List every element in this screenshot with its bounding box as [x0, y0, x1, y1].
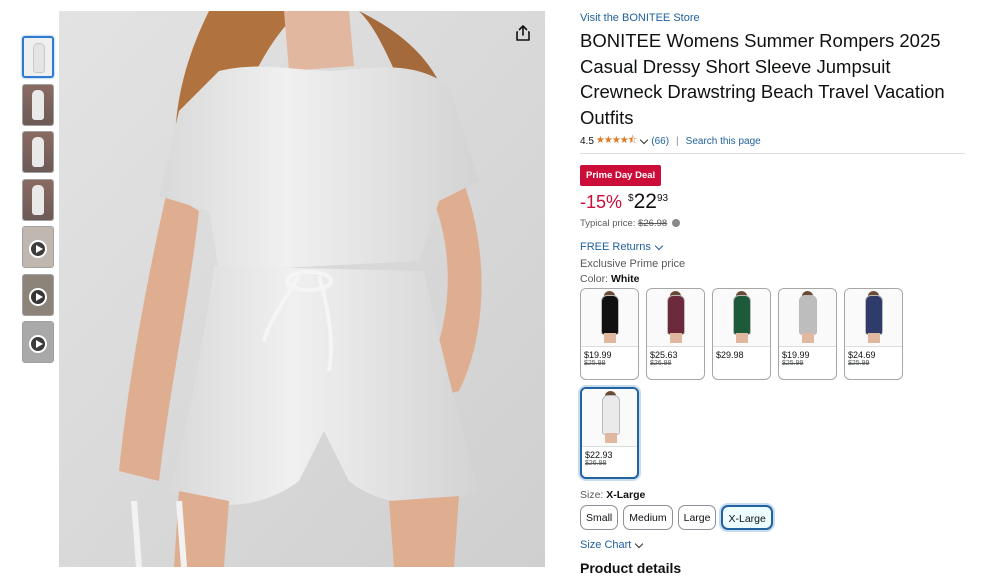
- size-chart-label: Size Chart: [580, 539, 632, 551]
- video-thumbnail-2[interactable]: [22, 273, 54, 316]
- review-count-link[interactable]: (66): [651, 136, 669, 147]
- size-option-medium[interactable]: Medium: [623, 505, 673, 530]
- star-rating-icon[interactable]: ★★★★⯪: [596, 133, 637, 150]
- swatch-old-price: $25.99: [848, 360, 870, 367]
- swatch-old-price: $26.98: [650, 360, 672, 367]
- selected-color: White: [610, 273, 640, 285]
- size-options: Small Medium Large X-Large: [580, 505, 966, 530]
- play-icon: [29, 335, 47, 353]
- swatch-image: [581, 289, 638, 347]
- swatch-price: $25.63: [650, 350, 678, 360]
- typical-price-label: Typical price:: [580, 218, 636, 229]
- exclusive-prime-price: Exclusive Prime price: [580, 258, 686, 270]
- size-label-text: Size:: [580, 489, 604, 501]
- thumbnail-4[interactable]: [22, 178, 54, 221]
- chevron-down-icon[interactable]: [640, 135, 649, 144]
- selected-size: X-Large: [606, 489, 646, 501]
- separator: |: [676, 135, 679, 147]
- share-icon[interactable]: [514, 24, 532, 42]
- product-info-panel: Visit the BONITEE Store BONITEE Womens S…: [580, 12, 966, 576]
- product-details-heading: Product details: [580, 560, 682, 576]
- typical-price-value: $26.98: [638, 218, 668, 229]
- price-whole: 22: [633, 190, 657, 213]
- size-option-x-large[interactable]: X-Large: [721, 505, 773, 530]
- main-product-image[interactable]: [59, 11, 545, 567]
- color-swatch[interactable]: $24.69 $25.99: [844, 288, 903, 380]
- thumbnail-3[interactable]: [22, 131, 54, 173]
- video-thumbnail-1[interactable]: [22, 226, 54, 268]
- thumbnail-1[interactable]: [22, 36, 54, 78]
- swatch-price: $19.99: [584, 350, 612, 360]
- price-fraction: 93: [656, 193, 669, 204]
- chevron-down-icon: [654, 241, 664, 250]
- typical-price: Typical price: $26.98: [580, 218, 966, 229]
- size-option-small[interactable]: Small: [580, 505, 619, 530]
- discount-percent: -15%: [580, 192, 623, 212]
- search-this-page-link[interactable]: Search this page: [686, 136, 761, 147]
- swatch-price: $24.69: [848, 350, 876, 360]
- color-swatches: $19.99 $25.98 $25.63 $26.98 $29.98 $19.99 $25.…: [580, 288, 920, 486]
- price-row: -15% $ 22 93: [580, 191, 966, 215]
- info-icon[interactable]: [671, 219, 680, 227]
- romper-illustration: [59, 11, 545, 567]
- play-icon: [29, 287, 47, 306]
- size-label: Size: X-Large: [580, 489, 966, 501]
- rating-value: 4.5: [580, 135, 594, 147]
- divider: [580, 153, 965, 154]
- product-title: BONITEE Womens Summer Rompers 2025 Casua…: [580, 30, 945, 128]
- video-thumbnail-3[interactable]: [22, 321, 54, 363]
- color-swatch[interactable]: $25.63 $26.98: [646, 288, 705, 380]
- size-chart-link[interactable]: Size Chart: [580, 539, 966, 551]
- swatch-old-price: $25.98: [584, 360, 606, 367]
- color-label-text: Color:: [580, 273, 609, 285]
- swatch-image: [713, 289, 770, 347]
- color-label: Color: White: [580, 273, 966, 285]
- swatch-old-price: $25.99: [782, 360, 804, 367]
- swatch-price: $22.93: [585, 450, 613, 460]
- color-swatch[interactable]: $19.99 $25.98: [580, 288, 639, 380]
- swatch-image: [582, 389, 637, 447]
- store-link[interactable]: Visit the BONITEE Store: [580, 12, 966, 24]
- color-swatch[interactable]: $29.98: [712, 288, 771, 380]
- swatch-old-price: $26.98: [585, 460, 607, 467]
- play-icon: [29, 240, 47, 258]
- swatch-price: $29.98: [716, 350, 744, 360]
- swatch-price: $19.99: [782, 350, 810, 360]
- rating-row: 4.5 ★★★★⯪ (66) | Search this page: [580, 134, 966, 148]
- color-swatch[interactable]: $19.99 $25.99: [778, 288, 837, 380]
- swatch-image: [647, 289, 704, 347]
- thumbnail-strip: [22, 36, 54, 369]
- chevron-down-icon: [635, 539, 644, 548]
- swatch-image: [779, 289, 836, 347]
- color-swatch[interactable]: $22.93 $26.98: [580, 387, 639, 479]
- prime-day-deal-badge: Prime Day Deal: [580, 165, 662, 186]
- free-returns-label: FREE Returns: [580, 241, 651, 253]
- thumbnail-2[interactable]: [22, 83, 54, 126]
- free-returns-link[interactable]: FREE Returns: [580, 241, 966, 253]
- swatch-image: [845, 289, 902, 347]
- size-option-large[interactable]: Large: [677, 505, 717, 530]
